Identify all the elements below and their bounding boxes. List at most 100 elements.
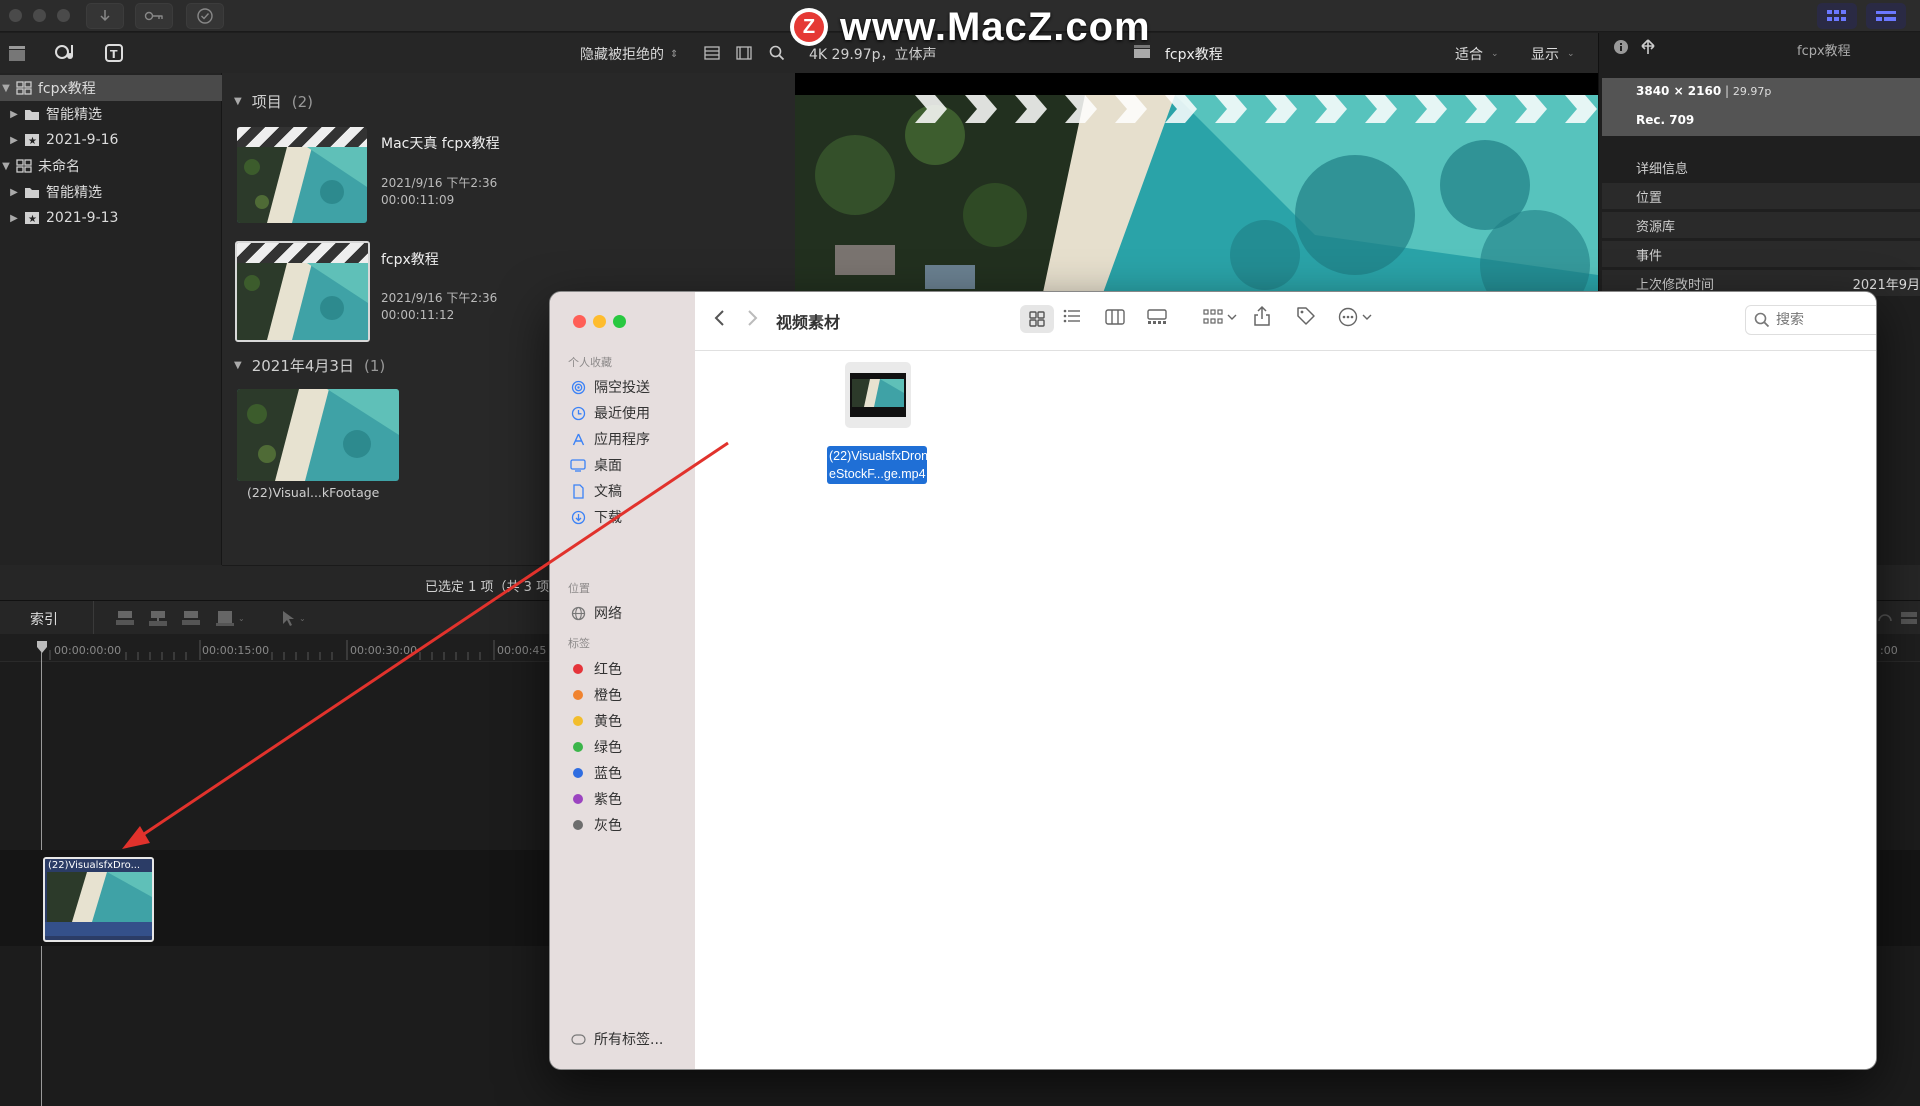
sidebar-item[interactable]: 最近使用 <box>570 402 650 424</box>
tag-color-dot-icon <box>570 794 586 804</box>
import-button[interactable] <box>86 3 124 29</box>
headphones-icon[interactable] <box>1876 609 1894 627</box>
library-item[interactable]: ▶ ★ 2021-9-16 <box>0 127 222 153</box>
divider <box>93 601 94 635</box>
clip-thumbnail[interactable] <box>237 389 399 481</box>
sidebar-item-network[interactable]: 网络 <box>570 602 622 624</box>
library-item-label: 2021-9-16 <box>46 132 119 148</box>
gallery-view-button[interactable] <box>1147 309 1167 325</box>
date-section-header[interactable]: ▼ 2021年4月3日 (1) <box>234 355 385 376</box>
library-item[interactable]: ▶ ★ 2021-9-13 <box>0 205 222 231</box>
minimize-window-button[interactable] <box>33 9 46 22</box>
sidebar-item[interactable]: 隔空投送 <box>570 376 650 398</box>
sidebar-item-tag[interactable]: 黄色 <box>570 710 622 732</box>
sidebar-item-label: 桌面 <box>594 458 622 474</box>
keywords-button[interactable] <box>135 3 173 29</box>
share-button[interactable] <box>1253 305 1271 327</box>
project-thumbnail-selected[interactable] <box>235 241 370 342</box>
sidebar-item-tag[interactable]: 灰色 <box>570 814 622 836</box>
finder-window[interactable]: 个人收藏 隔空投送 最近使用 应用程序 桌面 文稿 下载 位置 网络 标签 红色 橙色 黄色绿… <box>549 291 1877 1070</box>
search-icon <box>1754 312 1770 328</box>
share-inspector-icon[interactable] <box>1639 38 1657 56</box>
sidebar-item-tag[interactable]: 绿色 <box>570 736 622 758</box>
minimize-window-button[interactable] <box>593 315 606 328</box>
library-item[interactable]: ▶ 智能精选 <box>0 179 222 205</box>
titles-generators-button[interactable]: T <box>102 43 124 63</box>
sidebar-item-tag[interactable]: 红色 <box>570 658 622 680</box>
view-options-dropdown[interactable]: 显示 ⌄ <box>1531 44 1575 64</box>
column-view-button[interactable] <box>1105 309 1125 325</box>
tool-select-dropdown[interactable]: ⌄ <box>280 609 306 627</box>
playhead-icon[interactable] <box>36 640 48 654</box>
forward-button[interactable] <box>747 308 759 328</box>
window-title: 视频素材 <box>776 313 841 332</box>
clip-appearance-icon[interactable] <box>1900 610 1918 626</box>
chevron-down-icon <box>1227 313 1237 321</box>
sidebar-item[interactable]: 桌面 <box>570 454 622 476</box>
sidebar-item-tag[interactable]: 紫色 <box>570 788 622 810</box>
search-button[interactable] <box>766 43 788 63</box>
sidebar-item-label: 文稿 <box>594 484 622 500</box>
library-item[interactable]: ▶ 智能精选 <box>0 101 222 127</box>
action-dropdown[interactable] <box>1338 307 1372 327</box>
documents-icon <box>570 483 586 499</box>
clip-appearance-button[interactable] <box>701 43 723 63</box>
zoom-fit-dropdown[interactable]: 适合 ⌄ <box>1455 44 1499 64</box>
sidebar-item-tag[interactable]: 蓝色 <box>570 762 622 784</box>
zoom-window-button[interactable] <box>57 9 70 22</box>
sidebar-item-label: 黄色 <box>594 714 622 730</box>
tag-color-dot-icon <box>570 768 586 778</box>
disclosure-triangle-icon[interactable]: ▶ <box>8 187 20 198</box>
library-grid-icon <box>16 159 32 173</box>
details-label: 详细信息 <box>1636 162 1689 177</box>
back-button[interactable] <box>713 308 725 328</box>
index-button[interactable]: 索引 <box>30 609 58 629</box>
insert-clip-icon[interactable] <box>148 609 168 627</box>
connect-clip-icon[interactable] <box>115 609 135 627</box>
libraries-toggle-button[interactable] <box>6 43 28 63</box>
filter-dropdown[interactable]: 隐藏被拒绝的 ⇕ <box>580 44 678 64</box>
clip-label: (22)VisualsfxDro... <box>45 859 152 872</box>
gallery-icon <box>1147 309 1167 325</box>
filmstrip-view-button[interactable] <box>733 43 755 63</box>
group-by-dropdown[interactable] <box>1203 309 1237 325</box>
workspace-layout-button[interactable] <box>1817 3 1857 29</box>
photos-audio-button[interactable] <box>54 43 76 63</box>
timeline-clip[interactable]: (22)VisualsfxDro... <box>43 857 154 942</box>
sidebar-item[interactable]: 文稿 <box>570 480 622 502</box>
append-clip-icon[interactable] <box>181 609 201 627</box>
disclosure-triangle-icon[interactable]: ▼ <box>0 161 12 172</box>
inspector-row-library[interactable]: 资源库 <box>1602 212 1920 238</box>
projects-section-header[interactable]: ▼ 项目 (2) <box>234 91 313 112</box>
tag-button[interactable] <box>1296 306 1316 326</box>
video-file-icon[interactable] <box>845 362 911 428</box>
search-input[interactable] <box>1776 312 1876 328</box>
disclosure-triangle-icon[interactable]: ▶ <box>8 109 20 120</box>
finder-content[interactable]: (22)VisualsfxDron eStockF...ge.mp4 <box>695 292 1876 1069</box>
disclosure-triangle-icon[interactable]: ▼ <box>0 83 12 94</box>
sidebar-item[interactable]: 应用程序 <box>570 428 650 450</box>
info-icon[interactable] <box>1613 39 1629 55</box>
disclosure-triangle-icon[interactable]: ▶ <box>8 135 20 146</box>
zoom-window-button[interactable] <box>613 315 626 328</box>
group-grid-icon <box>1203 309 1223 325</box>
close-window-button[interactable] <box>9 9 22 22</box>
library-item[interactable]: ▼ 未命名 <box>0 153 222 179</box>
search-field[interactable] <box>1745 305 1876 335</box>
chevron-down-icon: ⌄ <box>1567 49 1575 59</box>
project-thumbnail[interactable] <box>237 127 367 223</box>
background-tasks-button[interactable] <box>186 3 224 29</box>
library-item[interactable]: ▼ fcpx教程 <box>0 75 222 101</box>
icon-view-button[interactable] <box>1020 305 1054 333</box>
overwrite-clip-dropdown[interactable]: ⌄ <box>215 609 245 627</box>
sidebar-item-all-tags[interactable]: 所有标签... <box>570 1028 663 1050</box>
timeline-layout-button[interactable] <box>1866 3 1906 29</box>
disclosure-triangle-icon[interactable]: ▶ <box>8 213 20 224</box>
sidebar-item-tag[interactable]: 橙色 <box>570 684 622 706</box>
inspector-row-location[interactable]: 位置 <box>1602 183 1920 209</box>
inspector-row-event[interactable]: 事件 <box>1602 241 1920 267</box>
list-view-button[interactable] <box>1063 309 1081 323</box>
file-name-label[interactable]: (22)VisualsfxDron eStockF...ge.mp4 <box>827 446 928 484</box>
close-window-button[interactable] <box>573 315 586 328</box>
sidebar-item[interactable]: 下载 <box>570 506 622 528</box>
